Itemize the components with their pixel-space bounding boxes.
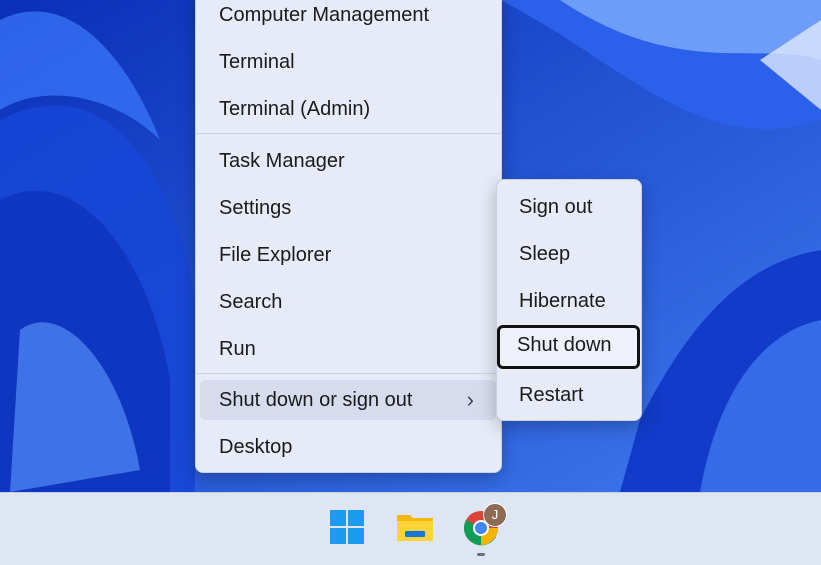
submenu-item-shut-down[interactable]: Shut down xyxy=(497,325,640,369)
menu-separator xyxy=(196,373,501,374)
shutdown-submenu: Sign out Sleep Hibernate Shut down Resta… xyxy=(496,179,642,421)
menu-item-label: Shut down or sign out xyxy=(219,389,413,411)
menu-item-run[interactable]: Run xyxy=(200,329,496,369)
submenu-item-sign-out[interactable]: Sign out xyxy=(499,187,639,227)
menu-item-terminal[interactable]: Terminal xyxy=(200,42,496,82)
windows-start-icon[interactable] xyxy=(329,509,369,549)
power-user-menu: Computer Management Terminal Terminal (A… xyxy=(195,0,502,473)
running-app-indicator xyxy=(477,553,485,556)
menu-item-settings[interactable]: Settings xyxy=(200,188,496,228)
taskbar xyxy=(0,492,821,565)
profile-avatar-badge: J xyxy=(483,503,507,527)
menu-separator xyxy=(196,133,501,134)
menu-item-computer-management[interactable]: Computer Management xyxy=(200,0,496,35)
menu-item-terminal-admin[interactable]: Terminal (Admin) xyxy=(200,89,496,129)
menu-item-desktop[interactable]: Desktop xyxy=(200,427,496,467)
submenu-item-sleep[interactable]: Sleep xyxy=(499,234,639,274)
menu-item-search[interactable]: Search xyxy=(200,282,496,322)
submenu-item-restart[interactable]: Restart xyxy=(499,375,639,415)
menu-item-task-manager[interactable]: Task Manager xyxy=(200,141,496,181)
file-explorer-icon[interactable] xyxy=(396,509,436,549)
chevron-right-icon: › xyxy=(466,387,474,412)
menu-item-file-explorer[interactable]: File Explorer xyxy=(200,235,496,275)
submenu-item-hibernate[interactable]: Hibernate xyxy=(499,281,639,321)
menu-item-shut-down-or-sign-out[interactable]: Shut down or sign out › xyxy=(200,380,496,420)
